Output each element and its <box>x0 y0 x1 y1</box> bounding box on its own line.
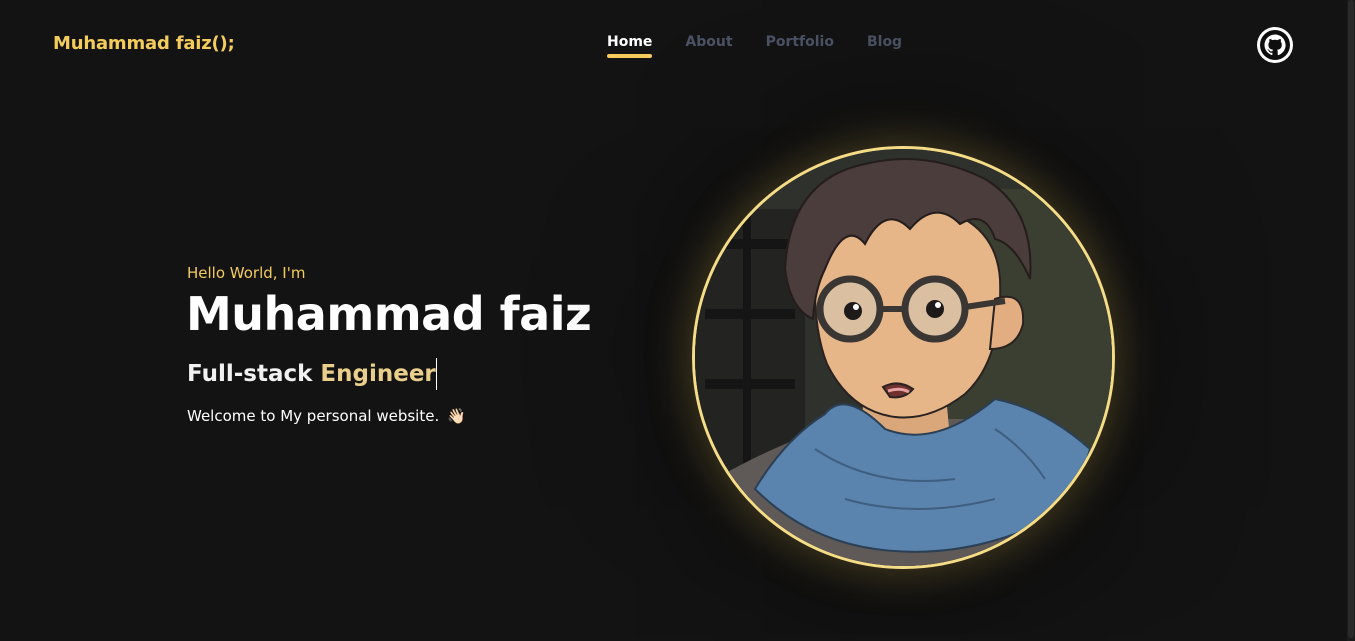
github-link[interactable] <box>1257 27 1293 63</box>
nav-home[interactable]: Home <box>607 34 653 58</box>
main-nav: Home About Portfolio Blog <box>607 34 902 58</box>
page: Muhammad faiz(); Home About Portfolio Bl… <box>0 0 1355 641</box>
anime-boy-avatar <box>695 149 1112 566</box>
hero-role: Full-stack Engineer <box>187 358 437 390</box>
welcome-text: Welcome to My personal website. <box>187 407 440 425</box>
hero-greeting: Hello World, I'm <box>187 264 306 282</box>
brand-logo-link[interactable]: Muhammad faiz(); <box>53 33 235 54</box>
typing-cursor <box>435 358 437 390</box>
hero-welcome: Welcome to My personal website. 👋🏻 <box>187 407 466 425</box>
scrollbar[interactable] <box>1347 0 1355 641</box>
role-prefix: Full-stack <box>187 361 321 387</box>
wave-hand-icon: 👋🏻 <box>447 407 466 425</box>
nav-about[interactable]: About <box>685 34 732 58</box>
nav-portfolio[interactable]: Portfolio <box>766 34 834 58</box>
hero-name: Muhammad faiz <box>186 287 592 341</box>
role-highlight: Engineer <box>320 361 436 387</box>
scrollbar-thumb[interactable] <box>1348 0 1354 638</box>
nav-blog[interactable]: Blog <box>867 34 902 58</box>
avatar <box>692 146 1115 569</box>
github-icon <box>1260 30 1290 60</box>
